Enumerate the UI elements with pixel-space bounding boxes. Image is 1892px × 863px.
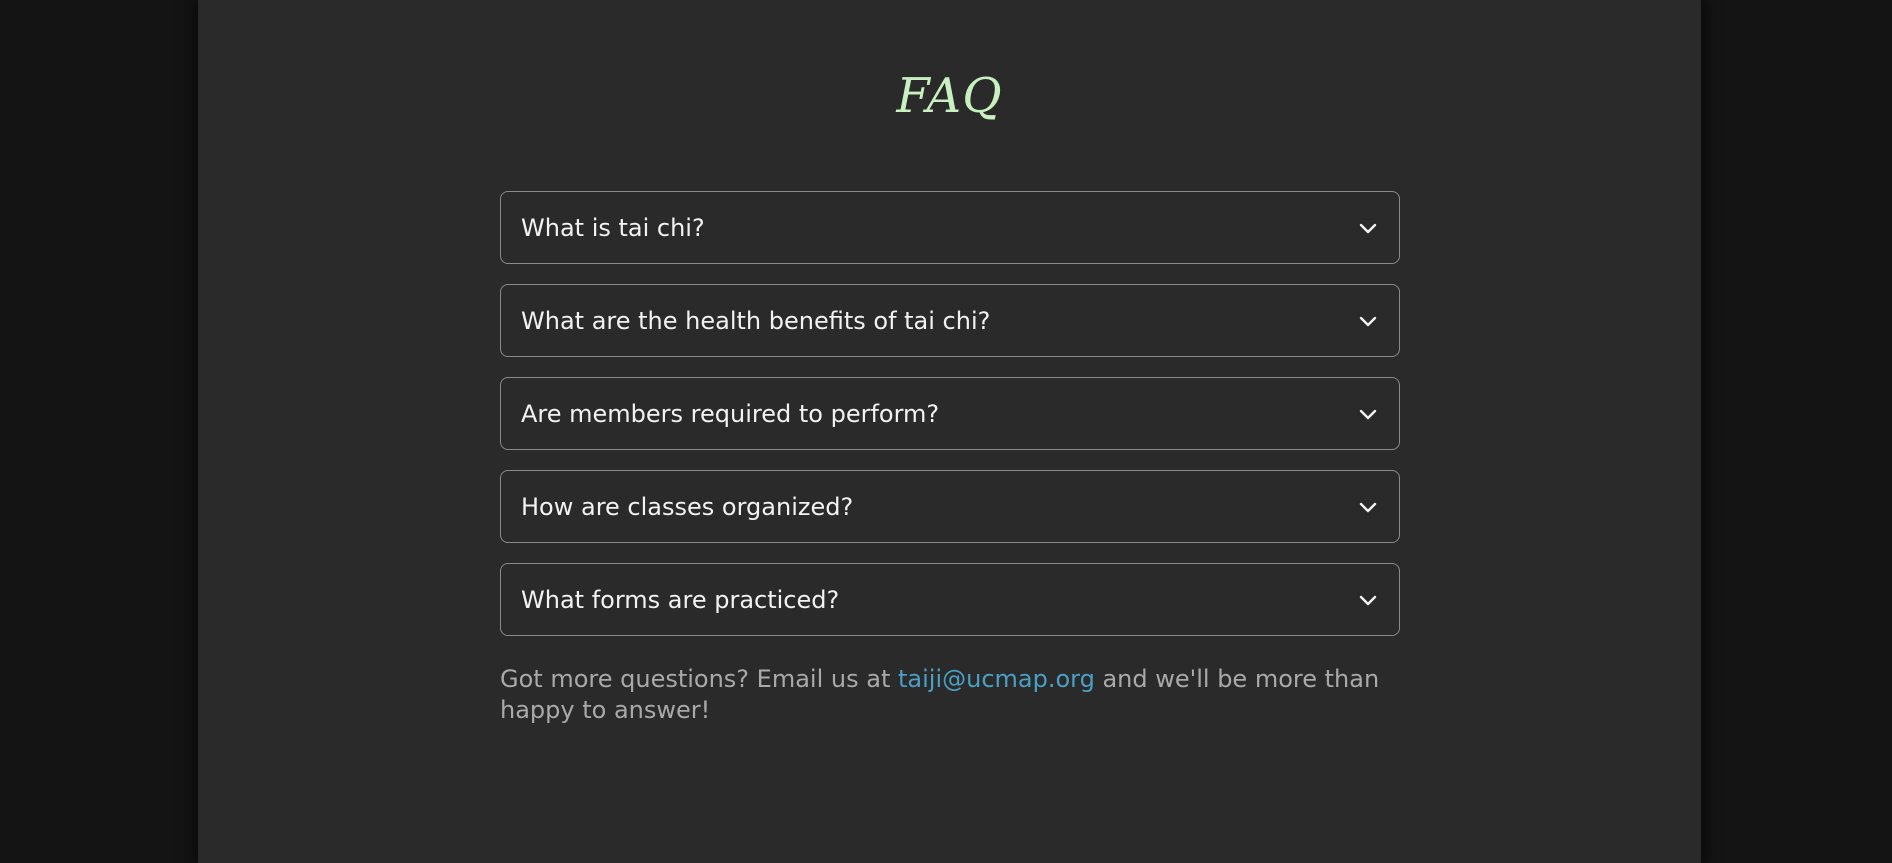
contact-note-prefix: Got more questions? Email us at (500, 665, 898, 693)
faq-question: What forms are practiced? (521, 585, 840, 614)
chevron-down-icon (1358, 314, 1378, 328)
page: FAQ What is tai chi? What are the health… (0, 0, 1892, 863)
faq-item-health-benefits[interactable]: What are the health benefits of tai chi? (500, 284, 1400, 357)
faq-question: What are the health benefits of tai chi? (521, 306, 991, 335)
faq-item-forms-practiced[interactable]: What forms are practiced? (500, 563, 1400, 636)
faq-list: What is tai chi? What are the health ben… (500, 191, 1400, 656)
faq-question: How are classes organized? (521, 492, 854, 521)
faq-item-classes-organized[interactable]: How are classes organized? (500, 470, 1400, 543)
faq-item-members-perform[interactable]: Are members required to perform? (500, 377, 1400, 450)
email-link[interactable]: taiji@ucmap.org (898, 665, 1095, 693)
page-title: FAQ (896, 68, 1003, 124)
chevron-down-icon (1358, 407, 1378, 421)
contact-note: Got more questions? Email us at taiji@uc… (500, 664, 1400, 726)
faq-item-what-is-tai-chi[interactable]: What is tai chi? (500, 191, 1400, 264)
faq-question: What is tai chi? (521, 213, 705, 242)
chevron-down-icon (1358, 221, 1378, 235)
chevron-down-icon (1358, 500, 1378, 514)
faq-question: Are members required to perform? (521, 399, 940, 428)
chevron-down-icon (1358, 593, 1378, 607)
